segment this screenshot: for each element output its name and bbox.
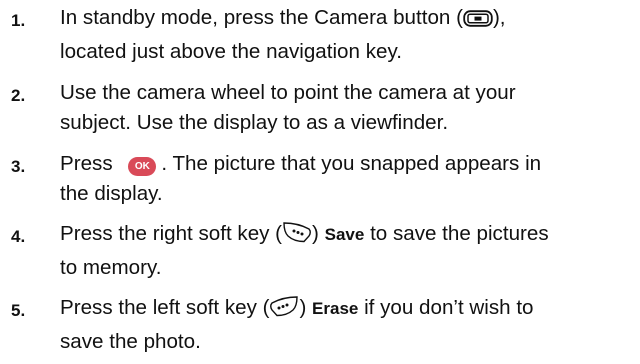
step-text: Use the camera wheel to point the camera…	[60, 78, 640, 138]
step-line: subject. Use the display to as a viewfin…	[60, 111, 449, 134]
step-text: Press OK. The picture that you snapped a…	[60, 149, 640, 209]
step-line: the display.	[60, 182, 163, 205]
step-number: 1.	[11, 11, 26, 30]
camera-button-icon	[463, 7, 493, 37]
step-line: Use the camera wheel to point the camera…	[60, 81, 516, 104]
step-line: In standby mode, press the Camera button…	[60, 3, 640, 37]
step-line: Press OK. The picture that you snapped a…	[60, 152, 542, 176]
step-number: 3.	[11, 157, 26, 176]
right-soft-key-icon	[282, 220, 312, 253]
left-soft-key-icon	[269, 294, 299, 327]
step-line: Press the left soft key () Erase if you …	[60, 293, 640, 327]
step-line: to memory.	[60, 256, 162, 279]
step-line: save the photo.	[60, 330, 201, 353]
step-text: Press the left soft key () Erase if you …	[60, 293, 640, 357]
step-number: 4.	[11, 227, 26, 246]
step-line: Press the right soft key () Save to save…	[60, 219, 640, 253]
step-text: Press the right soft key () Save to save…	[60, 219, 640, 283]
save-label: Save	[324, 225, 365, 244]
erase-label: Erase	[312, 299, 359, 318]
step-number: 5.	[11, 301, 26, 320]
step-line: located just above the navigation key.	[60, 40, 402, 63]
ok-key-icon: OK	[128, 157, 157, 176]
step-number: 2.	[11, 86, 26, 105]
step-text: In standby mode, press the Camera button…	[60, 3, 640, 67]
